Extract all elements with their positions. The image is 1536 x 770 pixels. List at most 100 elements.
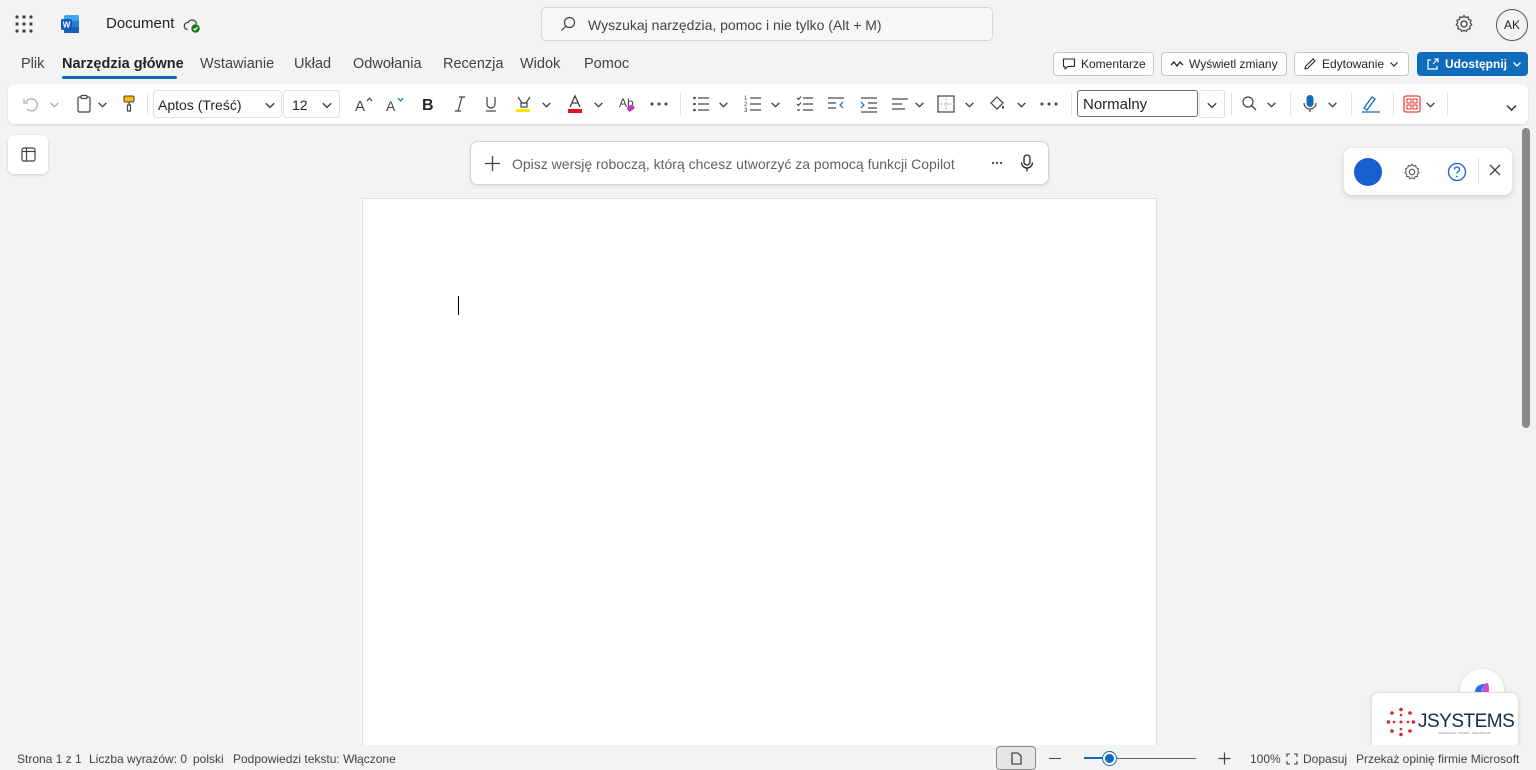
tab-file[interactable]: Plik — [21, 56, 44, 72]
font-name-combobox[interactable]: Aptos (Treść) — [153, 90, 282, 118]
editor-icon[interactable] — [1360, 94, 1382, 114]
word-logo-icon[interactable]: W — [60, 14, 80, 34]
comments-button[interactable]: Komentarze — [1053, 52, 1154, 76]
increase-indent-icon[interactable] — [860, 94, 878, 114]
cloud-saved-icon[interactable] — [183, 16, 201, 34]
bullets-dropdown-chevron-icon[interactable] — [718, 99, 729, 110]
highlight-dropdown-chevron-icon[interactable] — [541, 99, 552, 110]
dictate-icon[interactable] — [1301, 94, 1319, 114]
more-paragraph-options-icon[interactable] — [1039, 94, 1059, 114]
navigation-pane-button[interactable] — [8, 135, 48, 174]
font-size-combobox[interactable]: 12 — [283, 90, 340, 118]
plus-icon[interactable] — [484, 155, 501, 172]
search-box[interactable]: Wyszukaj narzędzia, pomoc i nie tylko (A… — [541, 7, 993, 41]
style-dropdown-button[interactable] — [1199, 90, 1225, 118]
collapse-ribbon-icon[interactable] — [1505, 101, 1518, 114]
editing-mode-button[interactable]: Edytowanie — [1294, 52, 1409, 76]
tab-insert[interactable]: Wstawianie — [200, 56, 274, 72]
more-icon[interactable] — [990, 156, 1004, 170]
text-cursor — [458, 296, 459, 315]
document-title[interactable]: Document — [106, 15, 174, 32]
print-layout-view-button[interactable] — [996, 746, 1036, 770]
dictate-dropdown-chevron-icon[interactable] — [1327, 99, 1338, 110]
shading-dropdown-chevron-icon[interactable] — [1016, 99, 1027, 110]
zoom-in-icon[interactable] — [1218, 752, 1231, 765]
tab-layout[interactable]: Układ — [294, 56, 331, 72]
user-avatar[interactable]: AK — [1496, 9, 1528, 41]
format-painter-icon[interactable] — [121, 94, 137, 114]
align-icon[interactable] — [891, 94, 909, 114]
microphone-icon[interactable] — [1019, 154, 1035, 173]
word-count[interactable]: Liczba wyrazów: 0 — [89, 752, 187, 766]
copilot-placeholder: Opisz wersję roboczą, którą chcesz utwor… — [512, 156, 955, 172]
checklist-icon[interactable] — [796, 94, 814, 114]
jsystems-logo-badge: JSYSTEMS INSPIRACJA · WIEDZA · REALIZACJ… — [1371, 692, 1519, 752]
ribbon-separator — [1290, 93, 1291, 115]
undo-dropdown-chevron-icon[interactable] — [49, 99, 60, 110]
borders-icon[interactable] — [937, 94, 955, 114]
share-icon — [1426, 57, 1440, 71]
share-button[interactable]: Udostępnij — [1417, 52, 1528, 76]
ribbon-separator — [1393, 93, 1394, 115]
font-size-value: 12 — [292, 97, 308, 113]
page-indicator[interactable]: Strona 1 z 1 — [17, 752, 82, 766]
tab-view[interactable]: Widok — [520, 56, 560, 72]
clipboard-icon[interactable] — [75, 94, 93, 114]
undo-icon[interactable] — [22, 95, 40, 113]
paste-dropdown-chevron-icon[interactable] — [97, 99, 108, 110]
track-changes-label: Wyświetl zmiany — [1189, 57, 1278, 71]
zoom-slider-thumb[interactable] — [1103, 752, 1116, 765]
comment-icon — [1062, 57, 1076, 71]
document-page[interactable] — [362, 198, 1157, 758]
align-dropdown-chevron-icon[interactable] — [914, 99, 925, 110]
tab-home[interactable]: Narzędzia główne — [62, 56, 184, 72]
more-font-options-icon[interactable] — [649, 94, 669, 114]
active-tab-indicator — [62, 76, 177, 79]
clear-format-icon[interactable]: Ab — [618, 94, 638, 114]
numbering-icon[interactable]: 123 — [744, 94, 762, 114]
chevron-down-icon — [1206, 99, 1218, 111]
find-dropdown-chevron-icon[interactable] — [1266, 99, 1277, 110]
fit-button[interactable]: Dopasuj — [1303, 752, 1347, 766]
decrease-indent-icon[interactable] — [827, 94, 845, 114]
bullets-icon[interactable] — [692, 94, 710, 114]
tab-references[interactable]: Odwołania — [353, 56, 422, 72]
highlight-icon[interactable] — [514, 94, 532, 114]
copilot-prompt-box[interactable]: Opisz wersję roboczą, którą chcesz utwor… — [470, 141, 1049, 185]
shading-icon[interactable] — [988, 94, 1008, 114]
italic-icon[interactable] — [452, 94, 468, 114]
add-ins-dropdown-chevron-icon[interactable] — [1425, 99, 1436, 110]
track-changes-icon — [1170, 57, 1184, 71]
svg-text:W: W — [63, 21, 71, 30]
track-changes-button[interactable]: Wyświetl zmiany — [1161, 52, 1287, 76]
underline-icon[interactable] — [483, 94, 499, 114]
language-indicator[interactable]: polski — [193, 752, 224, 766]
add-ins-icon[interactable] — [1402, 94, 1422, 114]
svg-text:A: A — [386, 98, 396, 114]
numbering-dropdown-chevron-icon[interactable] — [770, 99, 781, 110]
vertical-scrollbar[interactable] — [1522, 128, 1530, 428]
bold-icon[interactable]: B — [420, 94, 436, 114]
zoom-level[interactable]: 100% — [1250, 752, 1281, 766]
style-gallery-box[interactable]: Normalny — [1077, 90, 1198, 117]
font-color-dropdown-chevron-icon[interactable] — [593, 99, 604, 110]
tab-review[interactable]: Recenzja — [443, 56, 503, 72]
tab-help[interactable]: Pomoc — [584, 56, 629, 72]
text-predictions-status[interactable]: Podpowiedzi tekstu: Włączone — [233, 752, 396, 766]
settings-icon[interactable] — [1402, 162, 1422, 182]
jsystems-logo-icon — [1386, 707, 1416, 737]
page-view-icon — [1011, 752, 1022, 765]
close-icon[interactable] — [1489, 164, 1501, 176]
ribbon-separator — [680, 93, 681, 115]
status-circle-icon[interactable] — [1354, 158, 1382, 186]
font-color-icon[interactable] — [566, 94, 584, 114]
find-icon[interactable] — [1241, 95, 1259, 113]
help-icon[interactable] — [1447, 162, 1467, 182]
grow-font-icon[interactable]: A — [354, 94, 374, 114]
settings-icon[interactable] — [1453, 13, 1475, 35]
app-launcher-icon[interactable] — [14, 14, 34, 34]
feedback-link[interactable]: Przekaż opinię firmie Microsoft — [1356, 752, 1519, 766]
borders-dropdown-chevron-icon[interactable] — [964, 99, 975, 110]
shrink-font-icon[interactable]: A — [385, 94, 405, 114]
zoom-out-icon[interactable] — [1049, 758, 1061, 759]
